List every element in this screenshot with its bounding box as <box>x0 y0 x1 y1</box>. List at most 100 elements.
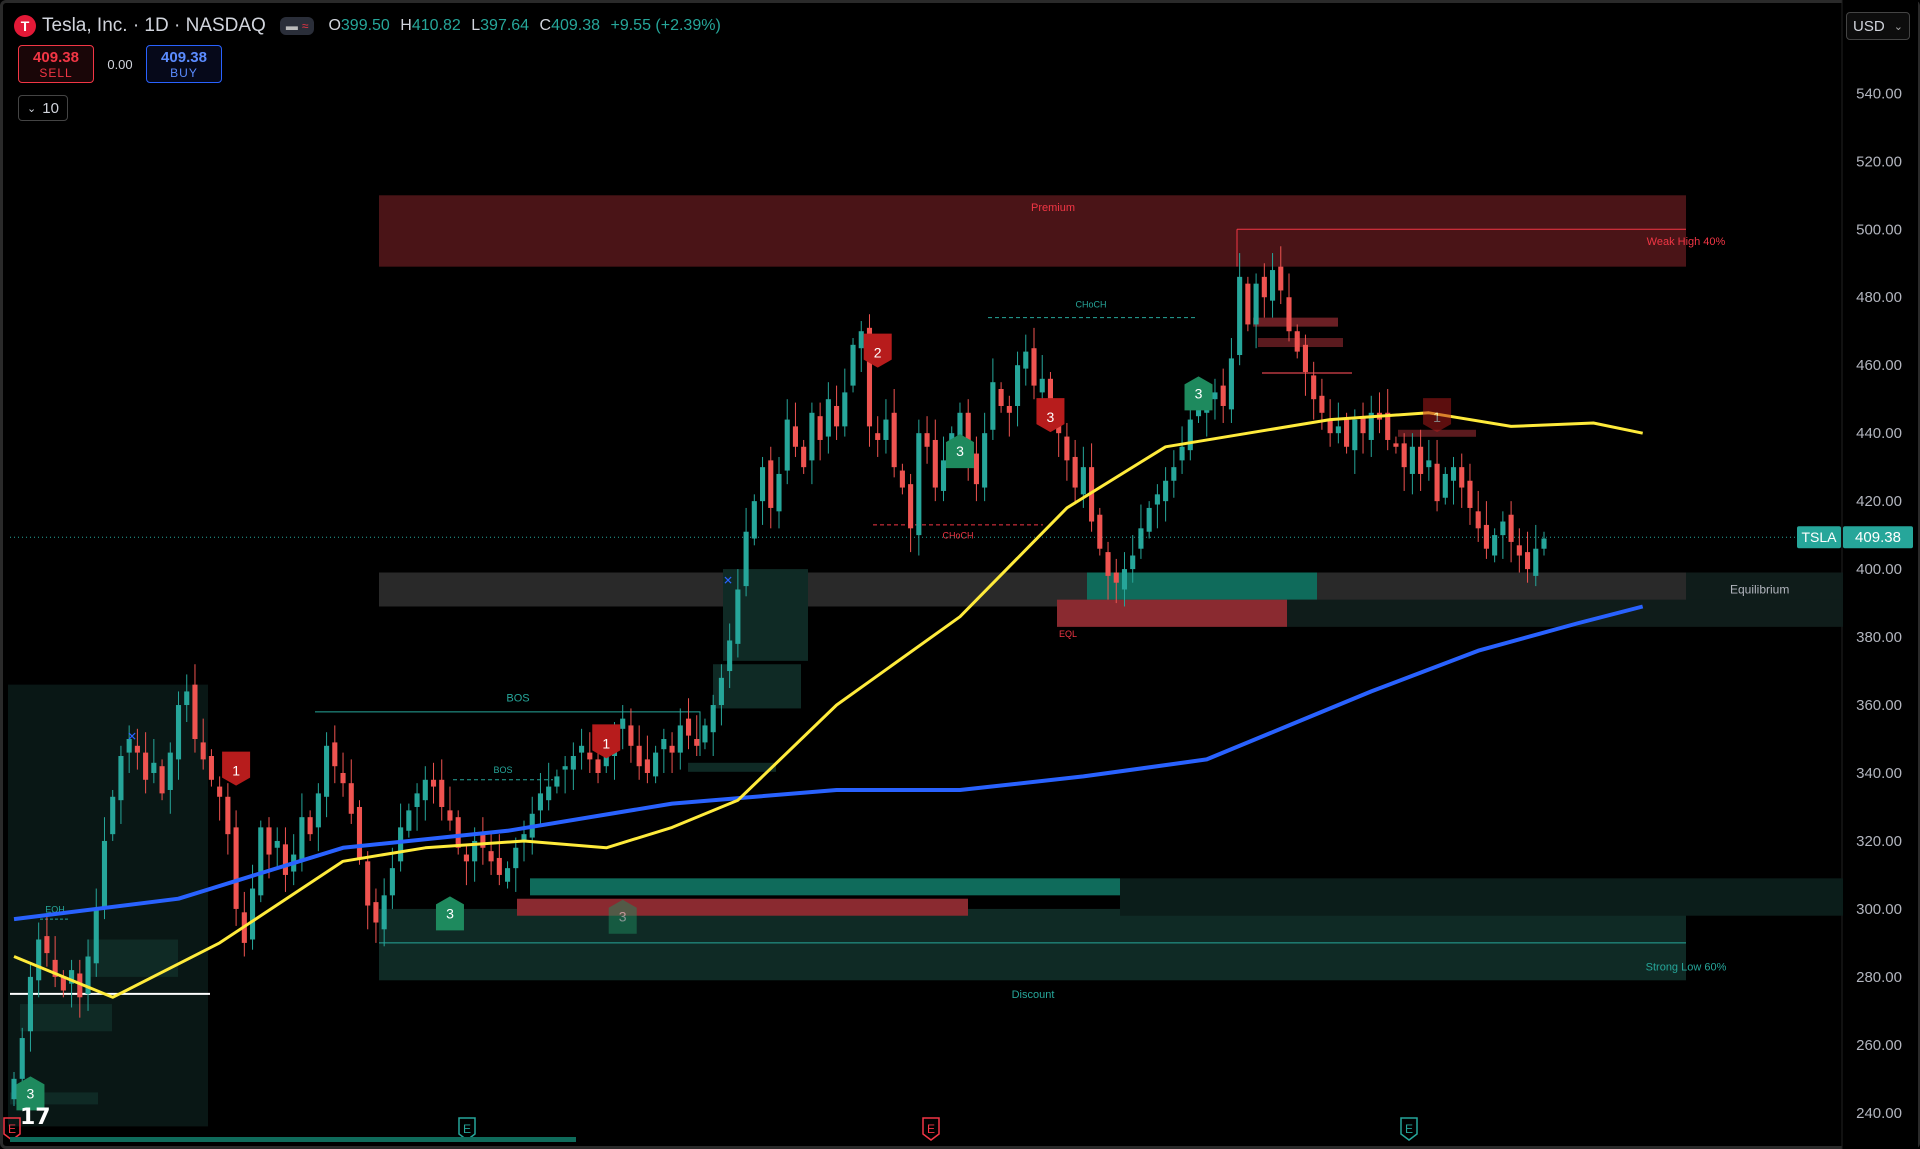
y-tick-label: 400.00 <box>1856 561 1902 578</box>
candle-body <box>496 857 502 875</box>
candle-body <box>850 344 856 386</box>
candle-body <box>1113 572 1119 583</box>
weak-high-label: Weak High 40% <box>1647 236 1726 248</box>
candle-body <box>1163 480 1169 502</box>
symbol-title[interactable]: Tesla, Inc. · 1D · NASDAQ <box>42 15 266 37</box>
chart-style-toggle[interactable]: ▬ ≈ <box>279 17 315 35</box>
signal-marker-label: 1 <box>1433 409 1441 425</box>
candle-body <box>579 745 585 753</box>
candle-body <box>587 752 593 760</box>
signal-marker-label: 3 <box>956 443 964 459</box>
candle-body <box>1434 463 1440 502</box>
candle-body <box>834 405 840 427</box>
candle-body <box>743 531 749 587</box>
candle-body <box>93 908 99 964</box>
candle-body <box>184 691 190 706</box>
slow-moving-average <box>13 604 1644 922</box>
tradingview-logo[interactable]: 17 <box>20 1105 51 1130</box>
candle-body <box>636 745 642 767</box>
spread-value: 0.00 <box>107 56 133 72</box>
candle-body <box>315 793 321 828</box>
candle-body <box>1442 473 1448 498</box>
candle-body <box>1006 405 1012 413</box>
candle-body <box>11 1078 17 1100</box>
candle-body <box>1023 351 1029 369</box>
candle-body <box>792 426 799 447</box>
buy-button[interactable]: 409.38 BUY <box>146 45 222 83</box>
candle-body <box>1171 467 1177 481</box>
candle-body <box>1492 535 1498 556</box>
candle-body <box>1533 548 1539 576</box>
symbol-header: T Tesla, Inc. · 1D · NASDAQ ▬ ≈ O399.50 … <box>14 12 727 40</box>
y-tick-label: 340.00 <box>1856 765 1902 782</box>
candle-body <box>143 752 149 780</box>
supply-block <box>1253 317 1338 327</box>
candle-body <box>1467 480 1473 508</box>
candle-body <box>249 888 256 940</box>
signal-marker-label: 3 <box>1195 385 1203 401</box>
y-tick-label: 480.00 <box>1856 289 1902 306</box>
candle-body <box>1319 395 1325 413</box>
y-tick-label: 520.00 <box>1856 153 1902 170</box>
candle-body <box>940 460 947 491</box>
candle-body <box>1393 443 1399 447</box>
candle-body <box>1344 419 1350 447</box>
candle-body <box>1401 443 1407 468</box>
tesla-logo-icon: T <box>14 15 36 37</box>
candle-body <box>735 589 741 644</box>
candle-body <box>1311 375 1317 400</box>
timeline-scrollbar <box>10 1137 576 1142</box>
candle-body <box>504 868 511 882</box>
candle-body <box>677 725 683 753</box>
currency-value: USD <box>1853 17 1885 35</box>
currency-select[interactable]: USD ⌄ <box>1846 12 1910 40</box>
candle-body <box>1253 283 1259 325</box>
candle-body <box>883 419 889 440</box>
choch-label-bear: CHoCH <box>942 531 973 541</box>
candle-body <box>1039 378 1045 393</box>
y-tick-label: 500.00 <box>1856 221 1902 238</box>
candle-body <box>1508 514 1514 542</box>
strong-low-label: Strong Low 60% <box>1646 962 1727 974</box>
quantity-selector[interactable]: ⌄ 10 <box>18 95 68 121</box>
candle-body <box>151 762 157 773</box>
wave-icon: ≈ <box>301 19 309 33</box>
eql-label: EQL <box>1059 629 1077 639</box>
candle-body <box>1245 283 1251 325</box>
signal-marker-buy: 3 <box>1184 376 1213 411</box>
candle-body <box>908 484 914 529</box>
discount-zone <box>379 908 1686 981</box>
candle-body <box>776 473 782 512</box>
signal-marker-label: 1 <box>232 763 240 779</box>
candle-body <box>1105 552 1111 576</box>
candle-body <box>373 902 379 923</box>
y-tick-label: 260.00 <box>1856 1037 1902 1054</box>
candle-body <box>1327 419 1333 434</box>
candle-body <box>447 810 453 821</box>
candle-body <box>258 827 264 896</box>
candle-body <box>1130 555 1136 570</box>
candle-body <box>1097 514 1103 549</box>
candle-body <box>225 796 231 835</box>
trade-panel: 409.38 SELL 0.00 409.38 BUY <box>18 45 222 83</box>
candle-body <box>513 847 519 869</box>
candle-body <box>1237 276 1243 356</box>
candle-body <box>200 742 206 760</box>
candle-body <box>1014 365 1021 406</box>
candle-body <box>299 817 305 862</box>
candle-body <box>340 772 346 784</box>
bull-order-block <box>1087 572 1317 600</box>
candle-body <box>1261 276 1267 298</box>
candle-body <box>1335 426 1341 434</box>
sell-button[interactable]: 409.38 SELL <box>18 45 94 83</box>
bear-order-block <box>1057 599 1287 627</box>
candle-body <box>628 725 634 746</box>
candle-body <box>1524 552 1531 570</box>
price-chart[interactable]: 560.00540.00520.00500.00480.00460.00440.… <box>0 0 1920 1149</box>
candle-body <box>430 779 437 787</box>
candle-body <box>422 779 428 801</box>
candle-body <box>266 827 272 855</box>
y-tick-label: 540.00 <box>1856 85 1902 102</box>
cross-marker-icon: ✕ <box>723 573 733 587</box>
candle-body <box>1286 297 1292 332</box>
